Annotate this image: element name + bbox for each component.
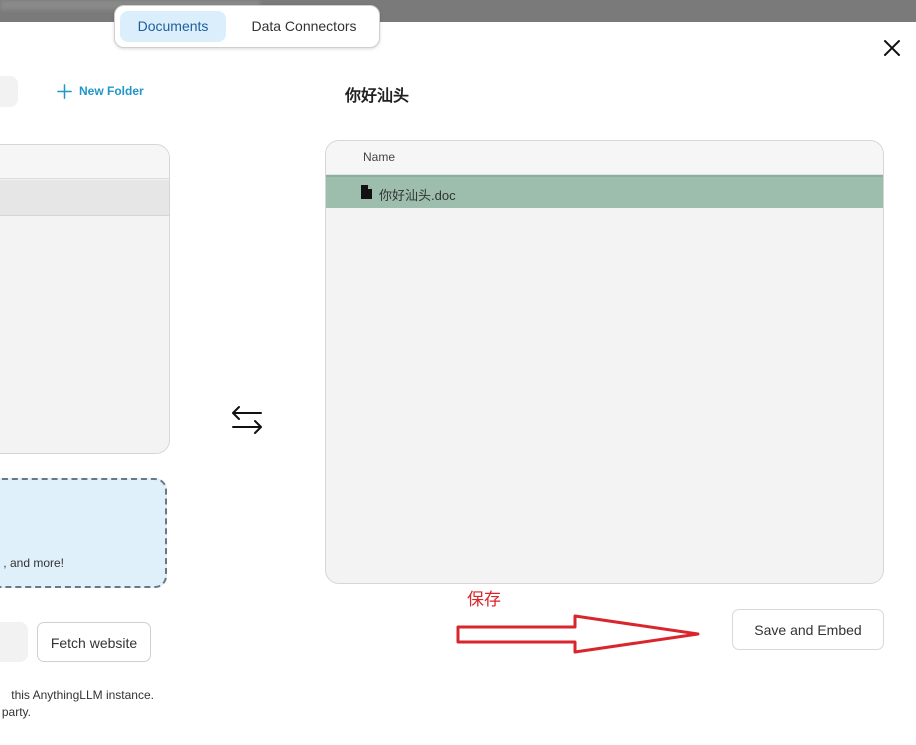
upload-drop-zone[interactable] [0, 478, 167, 588]
left-panel-header [0, 145, 169, 179]
column-header: Name [326, 141, 883, 175]
fetch-website-button[interactable]: Fetch website [37, 622, 151, 662]
red-arrow-annotation [456, 614, 700, 654]
new-folder-button[interactable]: New Folder [56, 81, 144, 101]
swap-arrows-icon [232, 406, 262, 434]
footer-note-line2: party. [1, 705, 31, 719]
footer-note-line1: this AnythingLLM instance. [11, 688, 154, 702]
workspace-documents-panel: Name 你好汕头.doc [325, 140, 884, 584]
file-name: 你好汕头.doc [379, 188, 456, 203]
url-input[interactable] [0, 622, 28, 662]
save-and-embed-button[interactable]: Save and Embed [732, 609, 884, 650]
folder-row[interactable] [0, 180, 169, 216]
annotation-label: 保存 [467, 590, 501, 609]
tab-documents[interactable]: Documents [120, 11, 226, 42]
search-input[interactable] [0, 76, 18, 107]
file-icon [361, 185, 372, 199]
close-button[interactable] [880, 36, 904, 60]
close-icon [884, 40, 900, 56]
file-row[interactable]: 你好汕头.doc [326, 175, 883, 208]
column-name-label: Name [363, 150, 396, 164]
tab-bar: Documents Data Connectors [114, 5, 380, 48]
workspace-title: 你好汕头 [345, 88, 410, 105]
my-documents-panel [0, 144, 170, 454]
plus-icon [57, 83, 72, 99]
new-folder-label: New Folder [79, 84, 144, 98]
tab-data-connectors[interactable]: Data Connectors [235, 11, 373, 42]
drop-zone-hint: , and more! [3, 556, 64, 570]
